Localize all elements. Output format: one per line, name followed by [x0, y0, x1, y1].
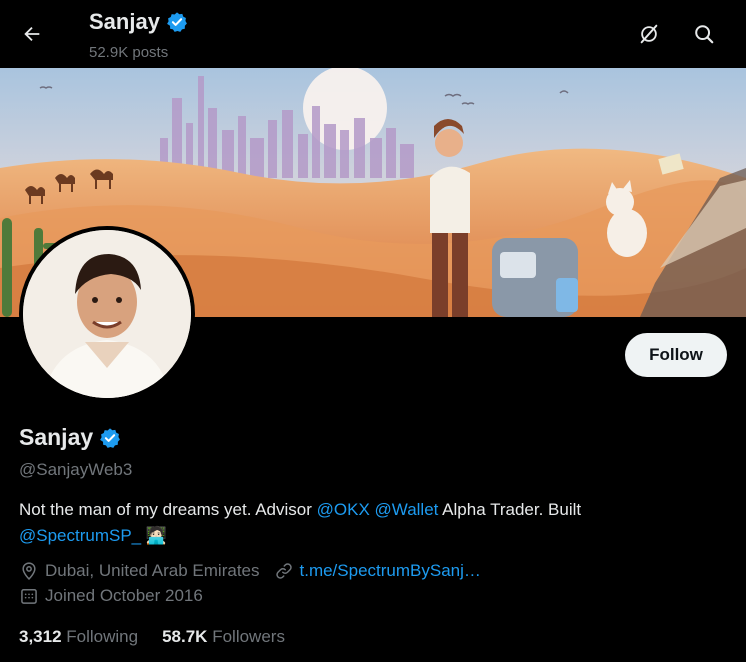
joined-item: Joined October 2016	[19, 586, 203, 606]
bio-text-2: Alpha Trader. Built	[438, 500, 582, 519]
followers-label: Followers	[212, 627, 285, 646]
location-item: Dubai, United Arab Emirates	[19, 561, 260, 581]
header-name-wrap: Sanjay	[89, 9, 188, 35]
back-arrow-icon	[24, 26, 40, 42]
profile-avatar[interactable]	[19, 226, 195, 402]
mention-wallet[interactable]: @Wallet	[375, 500, 439, 519]
following-count: 3,312	[19, 627, 62, 646]
followers-count: 58.7K	[162, 627, 208, 646]
following-label: Following	[66, 627, 139, 646]
link-item: t.me/SpectrumBySanj…	[274, 561, 481, 581]
verified-badge-icon[interactable]	[99, 427, 121, 449]
bio-emoji: 🧑🏻‍💻	[145, 526, 168, 545]
header-posts-count: 52.9K posts	[89, 44, 169, 61]
calendar-icon	[21, 589, 37, 604]
profile-bio: Not the man of my dreams yet. Advisor @O…	[19, 497, 719, 549]
following-link[interactable]: 3,312 Following	[19, 627, 138, 647]
avatar-photo	[23, 230, 191, 398]
header-name: Sanjay	[89, 9, 160, 34]
joined-text: Joined October 2016	[45, 586, 203, 605]
top-bar: Sanjay 52.9K posts	[0, 0, 746, 68]
bio-text-1: Not the man of my dreams yet. Advisor	[19, 500, 317, 519]
follow-button[interactable]: Follow	[625, 333, 727, 377]
search-button[interactable]	[686, 16, 722, 52]
link-icon	[275, 563, 292, 579]
back-button[interactable]	[14, 16, 50, 52]
profile-name: Sanjay	[19, 424, 94, 450]
followers-link[interactable]: 58.7K Followers	[162, 627, 285, 647]
location-pin-icon	[22, 562, 36, 580]
profile-name-wrap: Sanjay	[19, 424, 121, 451]
verified-badge-icon	[167, 12, 187, 32]
mention-spectrumsp[interactable]: @SpectrumSP_	[19, 526, 141, 545]
mention-okx[interactable]: @OKX	[317, 500, 370, 519]
profile-handle: @SanjayWeb3	[19, 460, 133, 479]
grok-button[interactable]	[631, 16, 667, 52]
profile-link[interactable]: t.me/SpectrumBySanj…	[300, 561, 481, 581]
grok-icon	[640, 24, 658, 44]
search-icon	[695, 25, 714, 44]
profile-meta-row: Dubai, United Arab Emirates t.me/Spectru…	[19, 561, 495, 581]
location-text: Dubai, United Arab Emirates	[45, 561, 260, 580]
profile-joined-row: Joined October 2016	[19, 586, 217, 606]
profile-stats: 3,312 Following 58.7K Followers	[19, 627, 309, 647]
